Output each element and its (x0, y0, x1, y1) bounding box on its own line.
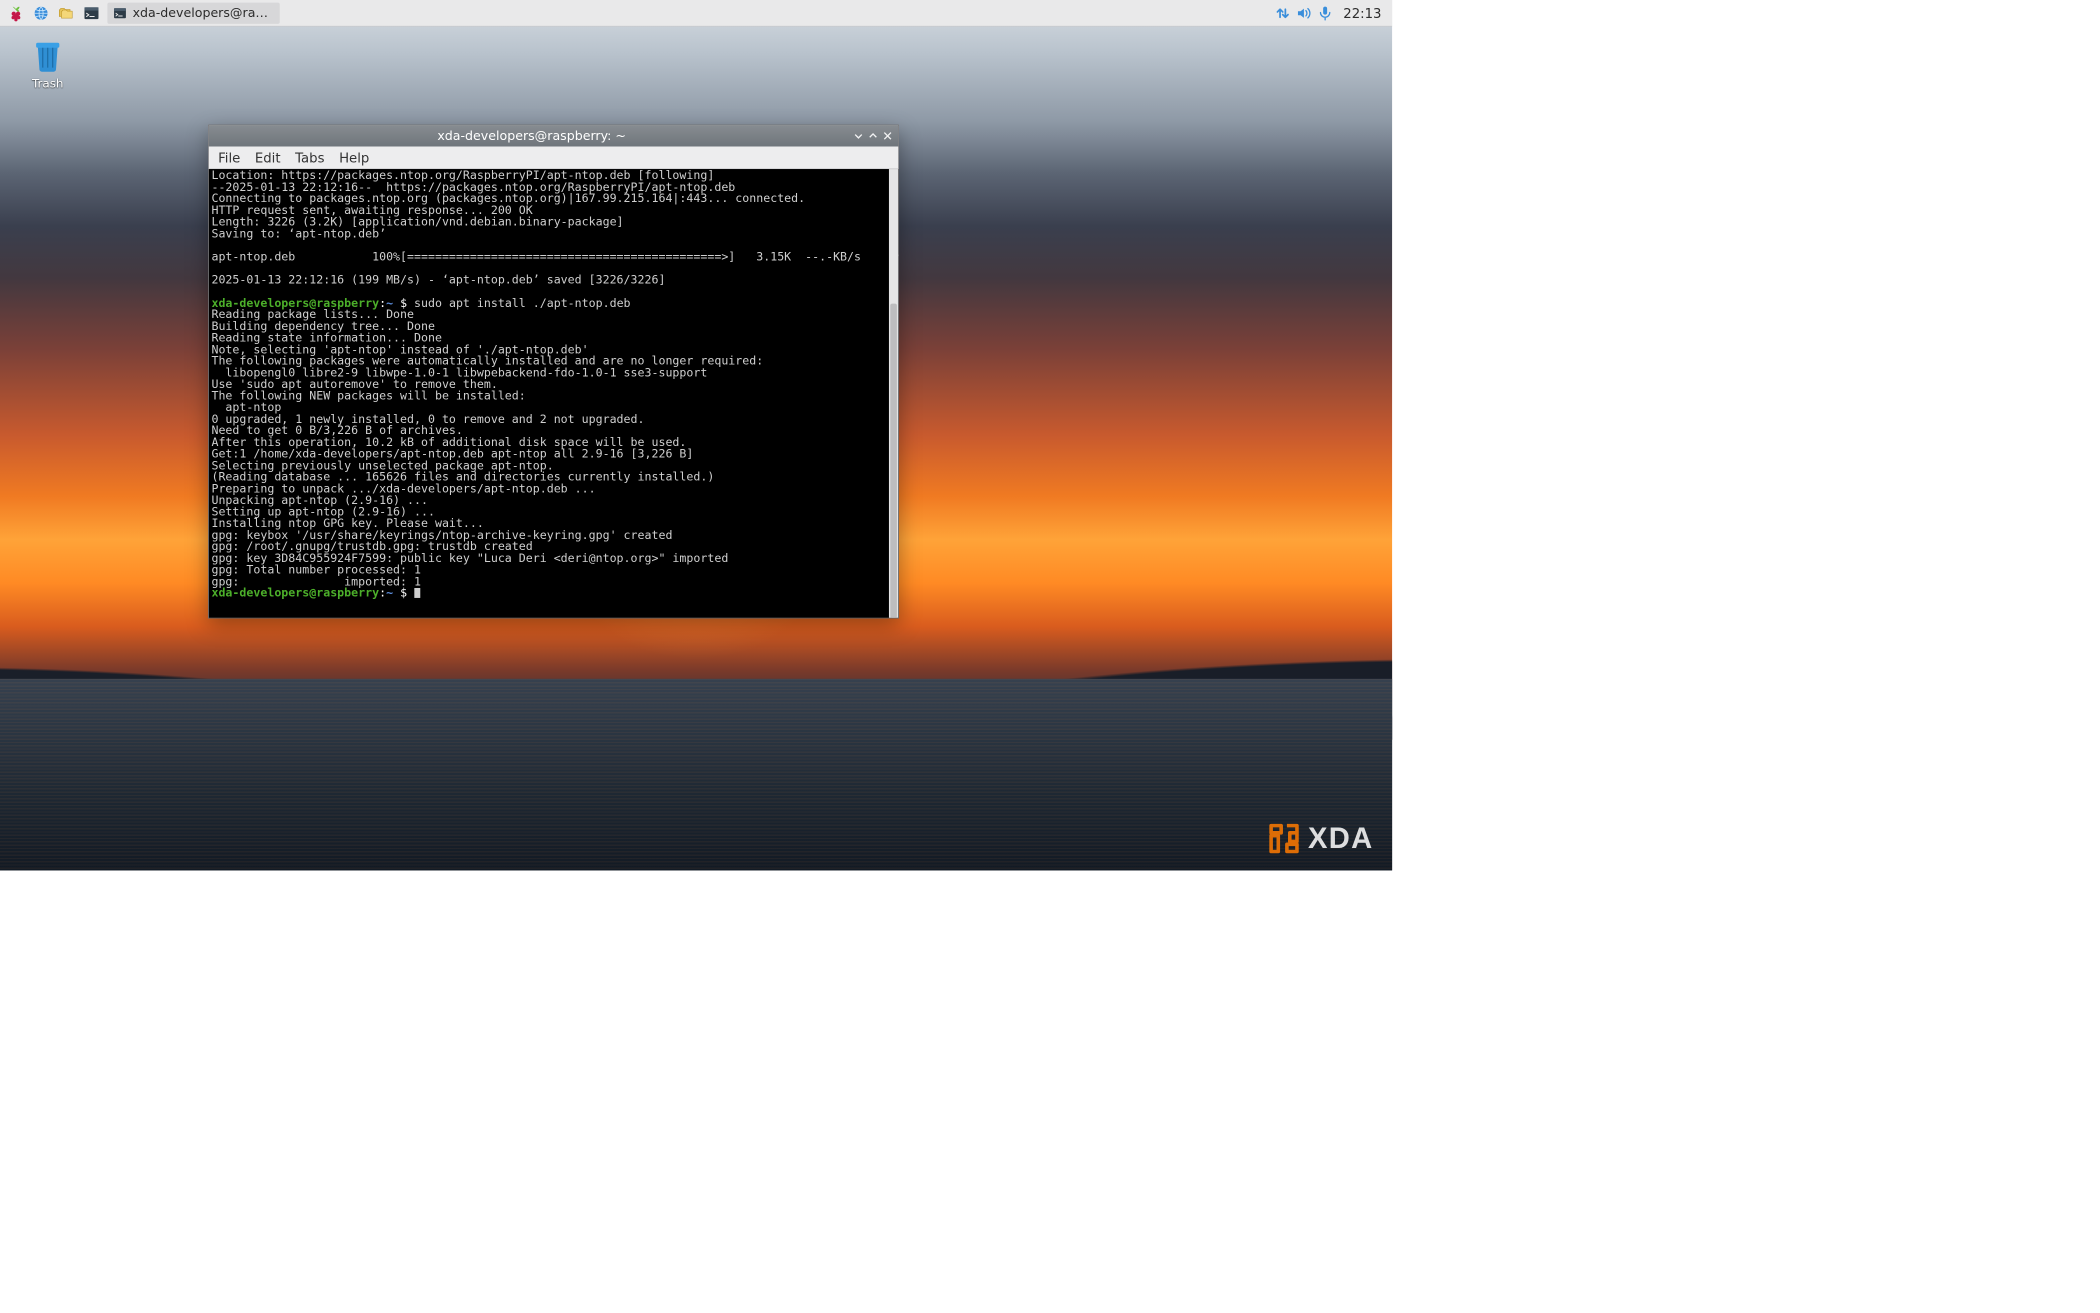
raspberry-icon (7, 4, 24, 21)
window-title: xda-developers@raspberry: ~ (213, 129, 851, 144)
window-maximize-button[interactable] (866, 129, 879, 142)
globe-icon (32, 4, 49, 21)
app-menu-button[interactable] (4, 2, 28, 23)
desktop-icon-trash[interactable]: Trash (15, 34, 81, 90)
terminal-window: xda-developers@raspberry: ~ File Edit Ta… (208, 125, 899, 619)
menu-file[interactable]: File (218, 149, 240, 165)
microphone-icon (1317, 5, 1333, 21)
updown-arrows-icon (1275, 5, 1291, 21)
chevron-down-icon (853, 131, 864, 142)
xda-logo-icon (1267, 821, 1301, 855)
task-label: xda-developers@ras... (133, 6, 272, 21)
microphone-tray-icon[interactable] (1315, 3, 1335, 23)
terminal-scrollbar[interactable] (889, 169, 898, 618)
volume-tray-icon[interactable] (1294, 3, 1314, 23)
network-tray-icon[interactable] (1273, 3, 1293, 23)
terminal-output: Location: https://packages.ntop.org/Rasp… (209, 169, 898, 601)
taskbar: xda-developers@ras... 22:13 (0, 0, 1392, 27)
scrollbar-thumb[interactable] (890, 304, 897, 618)
folders-icon (58, 4, 75, 21)
terminal-body[interactable]: Location: https://packages.ntop.org/Rasp… (209, 169, 898, 618)
terminal-launcher-button[interactable] (80, 2, 104, 23)
menu-tabs[interactable]: Tabs (295, 149, 324, 165)
menu-edit[interactable]: Edit (255, 149, 281, 165)
xda-watermark: XDA (1267, 821, 1374, 855)
terminal-icon (113, 6, 128, 21)
taskbar-clock[interactable]: 22:13 (1337, 5, 1388, 21)
menu-help[interactable]: Help (339, 149, 369, 165)
window-minimize-button[interactable] (852, 129, 865, 142)
desktop-icon-label: Trash (15, 77, 81, 91)
window-close-button[interactable] (881, 129, 894, 142)
chevron-up-icon (868, 131, 879, 142)
window-titlebar[interactable]: xda-developers@raspberry: ~ (209, 125, 898, 146)
speaker-icon (1296, 5, 1312, 21)
terminal-icon (83, 4, 100, 21)
taskbar-task-terminal[interactable]: xda-developers@ras... (107, 2, 279, 23)
file-manager-button[interactable] (54, 2, 78, 23)
watermark-text: XDA (1308, 822, 1374, 855)
window-menubar: File Edit Tabs Help (209, 147, 898, 170)
web-browser-button[interactable] (29, 2, 53, 23)
close-icon (882, 131, 893, 142)
trash-icon (28, 34, 68, 74)
